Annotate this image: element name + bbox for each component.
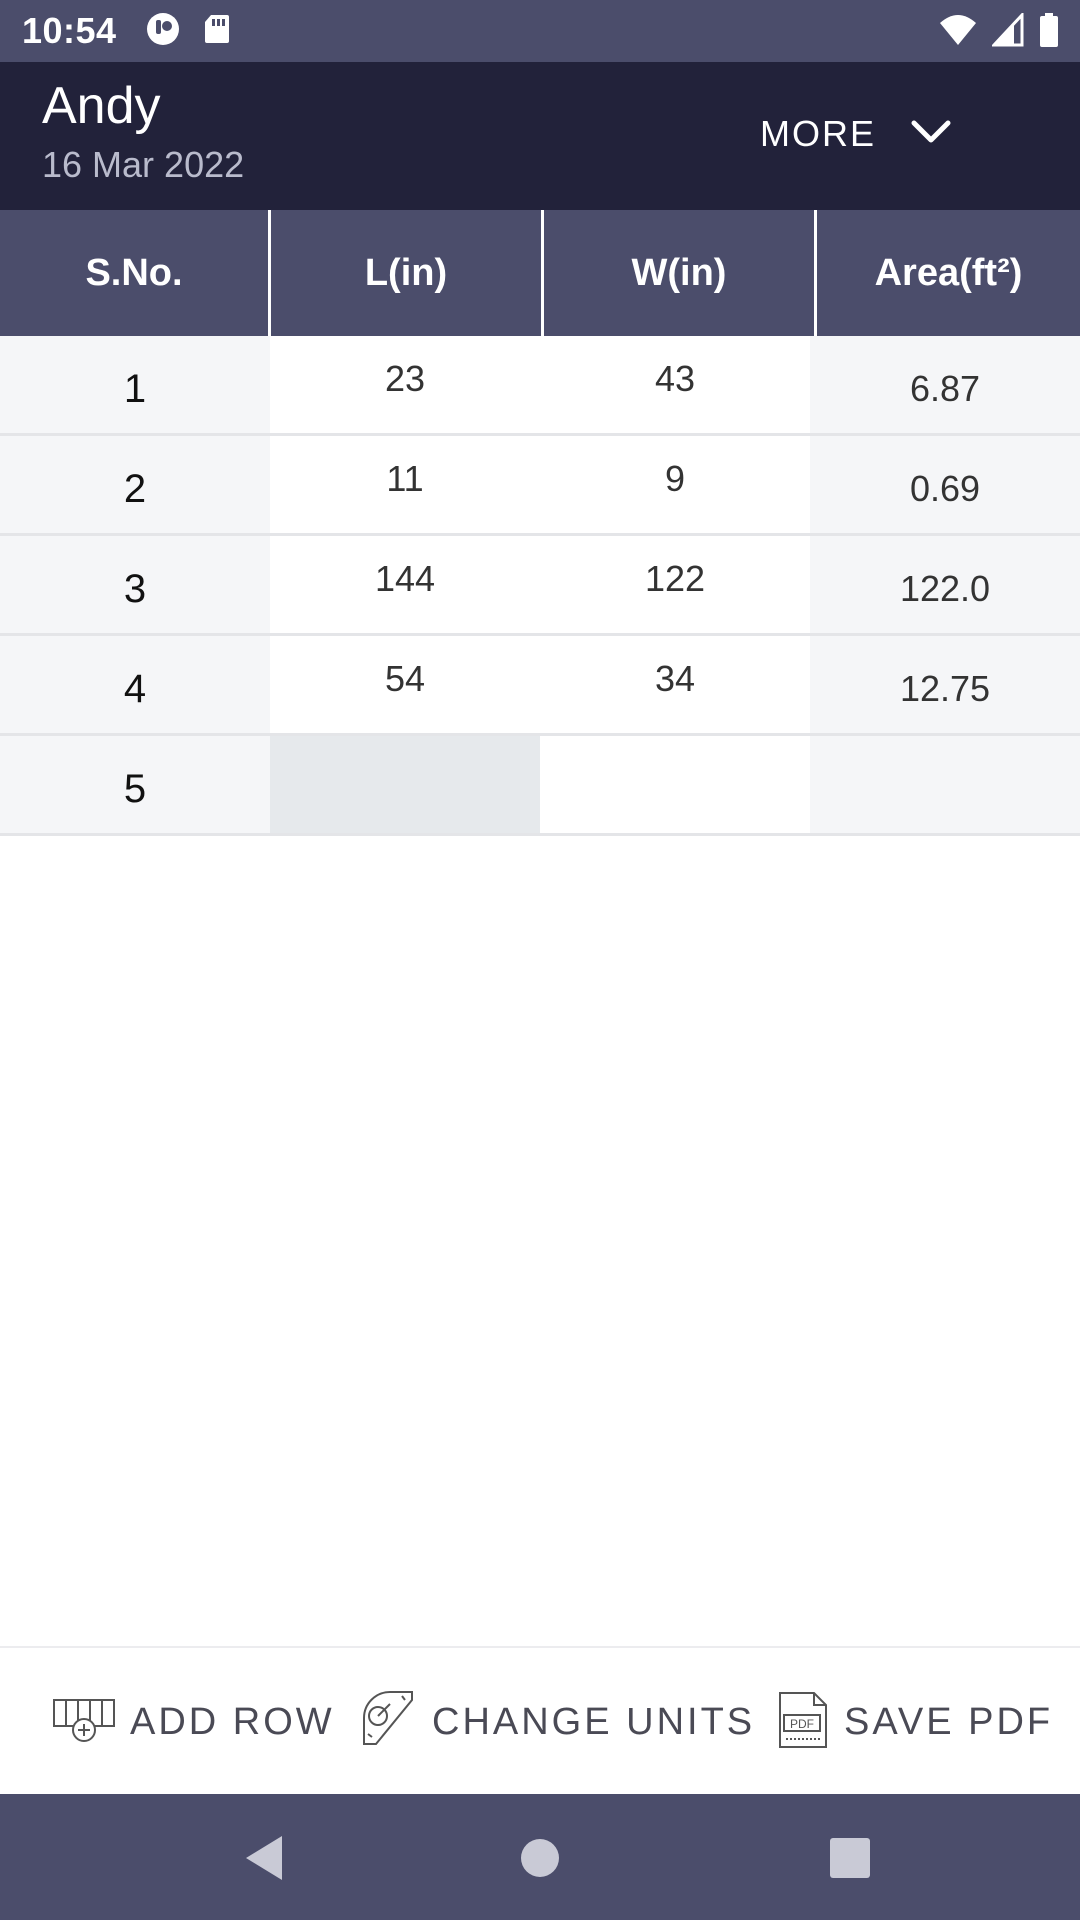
table-row: 4 54 34 12.75 [0, 636, 1080, 736]
notification-app-icon [145, 11, 181, 52]
width-cell[interactable]: 43 [540, 336, 810, 433]
sno-cell: 5 [0, 736, 270, 833]
area-cell: 12.75 [810, 636, 1080, 733]
app-header: Andy 16 Mar 2022 MORE [0, 62, 1080, 210]
save-pdf-label: SAVE PDF [844, 1700, 1054, 1743]
width-cell[interactable]: 9 [540, 436, 810, 533]
sd-card-icon [203, 13, 231, 50]
table-row: 2 11 9 0.69 [0, 436, 1080, 536]
length-cell-active[interactable] [270, 736, 540, 833]
length-cell[interactable]: 11 [270, 436, 540, 533]
recents-icon[interactable] [824, 1832, 876, 1884]
sno-cell: 4 [0, 636, 270, 733]
signal-icon [990, 11, 1024, 52]
pdf-icon-text: PDF [790, 1717, 814, 1731]
change-units-label: CHANGE UNITS [432, 1700, 756, 1743]
pdf-icon: PDF [774, 1691, 830, 1754]
area-cell: 0.69 [810, 436, 1080, 533]
protractor-icon [356, 1690, 418, 1755]
length-cell[interactable]: 54 [270, 636, 540, 733]
more-label: MORE [760, 113, 876, 154]
change-units-button[interactable]: CHANGE UNITS [356, 1686, 755, 1758]
home-icon[interactable] [514, 1832, 566, 1884]
chevron-down-icon [910, 119, 952, 150]
more-button[interactable]: MORE [760, 102, 1000, 166]
table-body: 1 23 43 6.87 2 11 9 0.69 3 144 122 122.0… [0, 336, 1080, 836]
width-cell[interactable]: 122 [540, 536, 810, 633]
navigation-bar [0, 1794, 1080, 1920]
width-cell[interactable] [540, 736, 810, 833]
save-pdf-button[interactable]: PDF SAVE PDF [774, 1686, 1053, 1758]
width-cell[interactable]: 34 [540, 636, 810, 733]
table-row: 5 [0, 736, 1080, 836]
sno-cell: 1 [0, 336, 270, 433]
column-header-sno: S.No. [85, 251, 183, 294]
table-row: 3 144 122 122.0 [0, 536, 1080, 636]
back-icon[interactable] [240, 1832, 292, 1884]
table-header: S.No. L(in) W(in) Area(ft²) [0, 210, 1080, 336]
area-cell [810, 736, 1080, 833]
area-cell: 122.0 [810, 536, 1080, 633]
add-row-icon [52, 1696, 116, 1749]
status-bar: 10:54 [0, 0, 1080, 62]
bottom-toolbar: ADD ROW CHANGE UNITS PDF SAVE PDF [0, 1646, 1080, 1796]
add-row-button[interactable]: ADD ROW [52, 1686, 335, 1758]
column-header-width: W(in) [541, 210, 814, 336]
project-date: 16 Mar 2022 [42, 144, 245, 185]
area-cell: 6.87 [810, 336, 1080, 433]
status-time: 10:54 [22, 10, 117, 51]
sno-cell: 2 [0, 436, 270, 533]
length-cell[interactable]: 144 [270, 536, 540, 633]
column-header-length: L(in) [268, 210, 541, 336]
length-cell[interactable]: 23 [270, 336, 540, 433]
project-name: Andy [42, 77, 161, 135]
battery-icon [1038, 12, 1060, 53]
add-row-label: ADD ROW [130, 1700, 335, 1743]
sno-cell: 3 [0, 536, 270, 633]
column-header-area: Area(ft²) [814, 210, 1080, 336]
table-row: 1 23 43 6.87 [0, 336, 1080, 436]
wifi-icon [938, 13, 978, 52]
